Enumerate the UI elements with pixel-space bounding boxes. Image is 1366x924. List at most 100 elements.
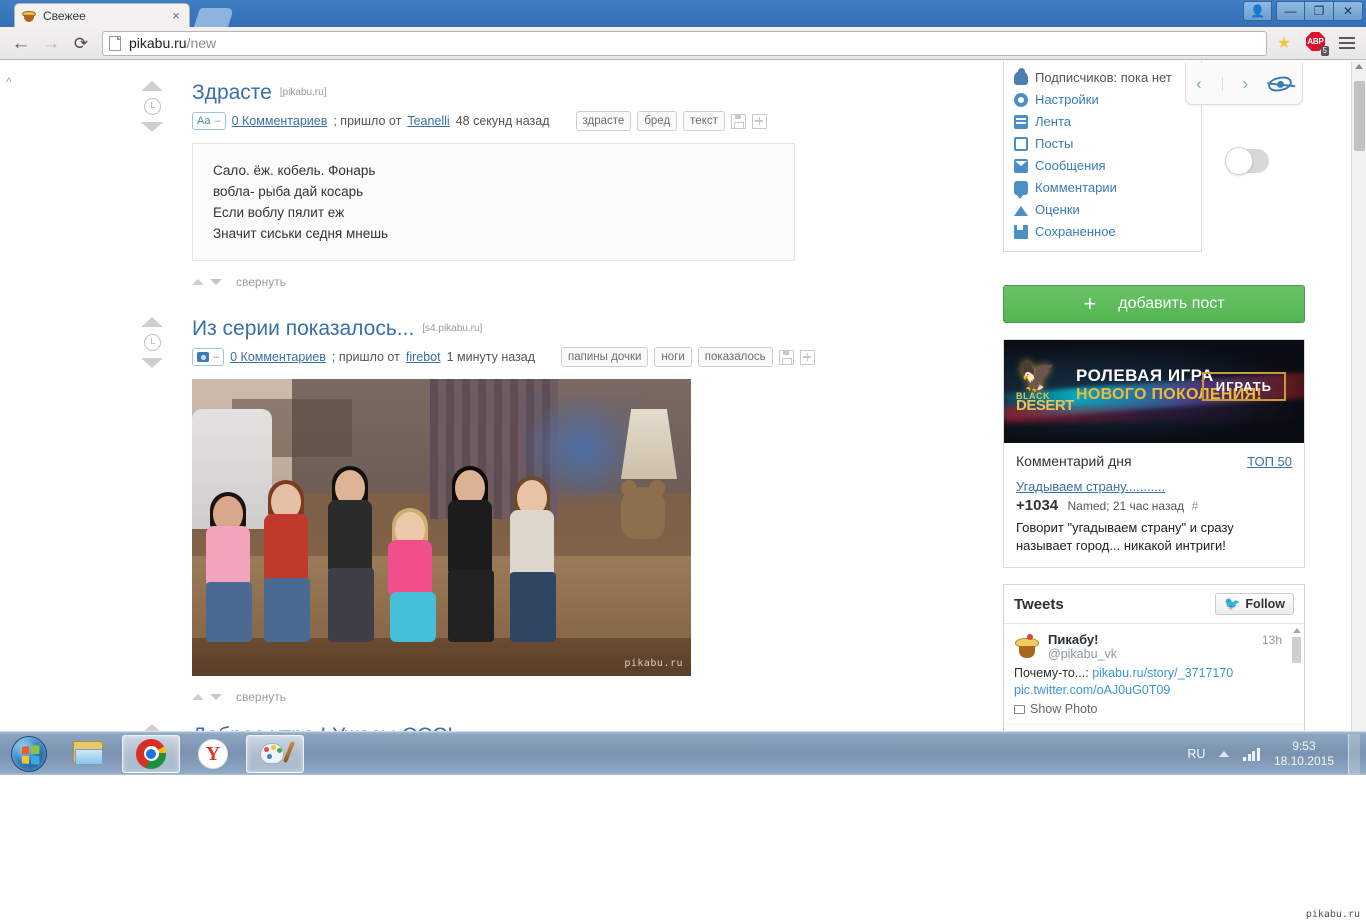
sidebar-item-saved[interactable]: Сохраненное — [1004, 221, 1201, 243]
signal-bars-icon[interactable] — [1243, 747, 1260, 761]
url-text: pikabu.ru/new — [129, 35, 216, 51]
save-post-icon[interactable] — [730, 113, 746, 129]
post-tag[interactable]: текст — [683, 111, 725, 131]
taskbar-item-yandex[interactable]: Y — [184, 735, 242, 773]
windows-taskbar: Y RU 9:53 18.10.2015 — [0, 731, 1366, 775]
forward-icon[interactable]: → — [37, 30, 65, 56]
camera-icon — [197, 352, 209, 362]
post-image[interactable]: pikabu.ru — [192, 379, 691, 676]
vote-column — [135, 81, 169, 132]
comment-meta: +1034 Named; 21 час назад # — [1016, 497, 1292, 514]
next-icon[interactable]: › — [1242, 74, 1248, 94]
post-tag[interactable]: ноги — [654, 347, 692, 367]
sidebar-nav-float: ‹ › — [1185, 63, 1303, 105]
close-icon[interactable]: × — [169, 9, 183, 22]
back-icon[interactable]: ← — [7, 30, 35, 56]
downvote-icon[interactable] — [141, 122, 163, 132]
post-domain: [s4.pikabu.ru] — [422, 323, 483, 334]
upvote-icon[interactable] — [141, 317, 163, 327]
maximize-button[interactable]: ❐ — [1305, 1, 1334, 21]
post-tag[interactable]: бред — [637, 111, 678, 131]
show-desktop-button[interactable] — [1348, 733, 1360, 774]
scroll-thumb[interactable] — [1292, 637, 1301, 663]
tweet-link[interactable]: pikabu.ru/story/_3717170 — [1092, 666, 1233, 680]
collapse-up-icon[interactable] — [192, 694, 204, 700]
sidebar-toggle[interactable] — [1225, 147, 1269, 175]
taskbar-item-explorer[interactable] — [60, 735, 118, 773]
sidebar-item-settings[interactable]: Настройки — [1004, 89, 1201, 111]
language-indicator[interactable]: RU — [1187, 747, 1205, 761]
post-type-badge[interactable]: Aa – — [192, 112, 226, 130]
post-title[interactable]: Здрасте — [192, 81, 272, 105]
post-tag[interactable]: показалось — [697, 347, 773, 367]
chevron-up-icon[interactable] — [1219, 750, 1230, 757]
abp-badge: 5 — [1320, 46, 1329, 56]
comment-source-post-link[interactable]: Угадываем страну........... — [1016, 479, 1292, 494]
scroll-up-icon[interactable] — [1355, 64, 1363, 69]
add-to-icon[interactable] — [799, 349, 815, 365]
add-post-button[interactable]: + добавить пост — [1003, 285, 1305, 323]
hamburger-menu-icon[interactable] — [1335, 37, 1359, 49]
post-tag[interactable]: папины дочки — [561, 347, 649, 367]
post-type-badge[interactable]: – — [192, 348, 225, 366]
new-tab-button[interactable] — [193, 8, 235, 27]
collapse-down-icon[interactable] — [210, 694, 222, 700]
upvote-icon[interactable] — [141, 724, 163, 731]
collapse-label[interactable]: свернуть — [236, 275, 286, 289]
tweet-item[interactable]: Пикабу! @pikabu_vk 13h Почему-то...: pik… — [1004, 624, 1304, 725]
start-button[interactable] — [2, 734, 56, 774]
tweet-pic-link[interactable]: pic.twitter.com/oAJ0uG0T09 — [1014, 683, 1170, 697]
minimize-button[interactable]: — — [1276, 1, 1305, 21]
comment-permalink[interactable]: # — [1192, 499, 1199, 513]
clock[interactable]: 9:53 18.10.2015 — [1274, 739, 1334, 769]
sidebar-item-comments[interactable]: Комментарии — [1004, 177, 1201, 199]
downvote-icon[interactable] — [141, 358, 163, 368]
scroll-up-icon[interactable] — [1292, 628, 1301, 633]
sidebar-item-posts[interactable]: Посты — [1004, 133, 1201, 155]
browser-tab-active[interactable]: Свежее × — [14, 3, 190, 27]
taskbar-item-chrome[interactable] — [122, 734, 180, 773]
comment-author[interactable]: Named; — [1067, 499, 1109, 513]
eye-crossed-icon[interactable] — [1266, 74, 1294, 93]
show-photo-toggle[interactable]: Show Photo — [1014, 702, 1294, 716]
sidebar-collapse-icon[interactable]: ^ — [6, 75, 12, 89]
top-50-link[interactable]: ТОП 50 — [1247, 454, 1292, 469]
collapse-up-icon[interactable] — [192, 279, 204, 285]
dash-icon: – — [213, 351, 220, 363]
collapse-label[interactable]: свернуть — [236, 690, 286, 704]
tweets-scrollbar[interactable] — [1292, 628, 1301, 731]
sidebar-item-messages[interactable]: Сообщения — [1004, 155, 1201, 177]
collapse-down-icon[interactable] — [210, 279, 222, 285]
twitter-follow-button[interactable]: 🐦 Follow — [1215, 593, 1294, 615]
comments-link[interactable]: 0 Комментариев — [230, 350, 326, 364]
post-title[interactable]: Доброе утро ! Ужасы СССІ — [192, 724, 453, 731]
post-collapse-row[interactable]: свернуть — [192, 275, 990, 289]
taskbar-item-paint[interactable] — [246, 734, 304, 773]
save-post-icon[interactable] — [778, 349, 794, 365]
adblock-plus-icon[interactable]: ABP 5 — [1305, 32, 1329, 56]
post-title[interactable]: Из серии показалось... — [192, 317, 414, 341]
post-author-link[interactable]: Teanelli — [407, 114, 449, 128]
reload-icon[interactable]: ⟳ — [67, 30, 95, 56]
scroll-thumb[interactable] — [1354, 81, 1365, 151]
prev-icon[interactable]: ‹ — [1196, 74, 1202, 94]
add-to-icon[interactable] — [751, 113, 767, 129]
tweet-author-handle: @pikabu_vk — [1048, 647, 1117, 661]
advertisement-banner[interactable]: 🦅 BLACK DESERT РОЛЕВАЯ ИГРА НОВОГО ПОКОЛ… — [1004, 340, 1304, 443]
upvote-icon[interactable] — [141, 81, 163, 91]
post-author-link[interactable]: firebot — [406, 350, 441, 364]
sidebar-item-feed[interactable]: Лента — [1004, 111, 1201, 133]
post-collapse-row[interactable]: свернуть — [192, 690, 990, 704]
banner-cta-button[interactable]: ИГРАТЬ — [1201, 372, 1286, 401]
tweet-author-name: Пикабу! — [1048, 632, 1099, 647]
bookmark-star-icon[interactable]: ★ — [1273, 33, 1295, 53]
vote-column — [135, 317, 169, 368]
address-bar[interactable]: pikabu.ru/new — [102, 30, 1267, 56]
post-type-label: Aa — [197, 115, 211, 127]
post-tag[interactable]: здрасте — [575, 111, 632, 131]
user-icon[interactable]: 👤 — [1243, 1, 1272, 21]
sidebar-item-ratings[interactable]: Оценки — [1004, 199, 1201, 221]
page-scrollbar[interactable] — [1351, 61, 1366, 731]
comments-link[interactable]: 0 Комментариев — [232, 114, 328, 128]
close-window-button[interactable]: ✕ — [1334, 1, 1363, 21]
